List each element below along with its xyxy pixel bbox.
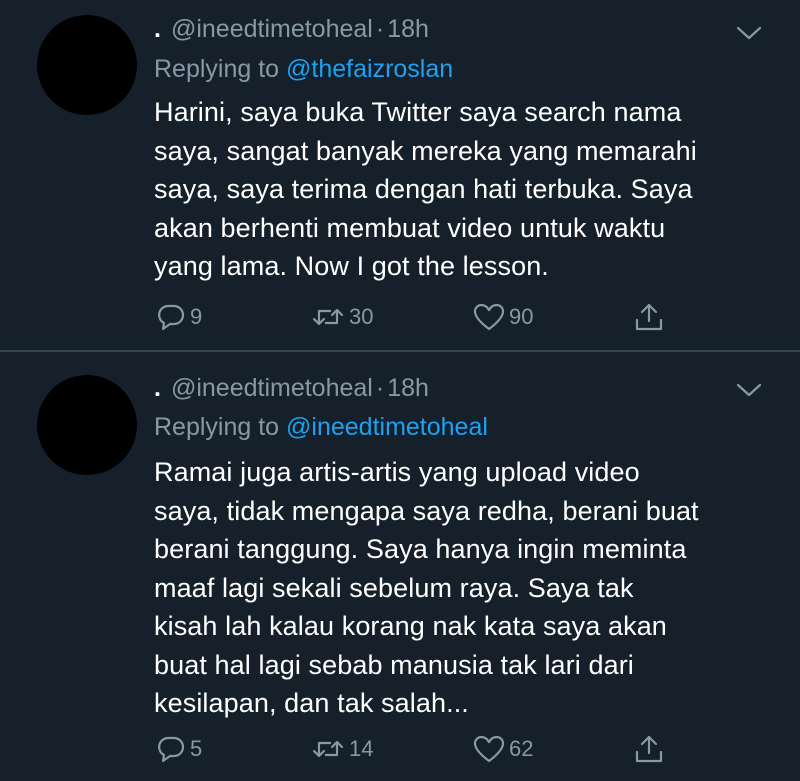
share-button[interactable]	[633, 300, 665, 334]
tweet-text-line: saya, sangat banyak mereka yang memarahi	[154, 135, 697, 166]
chevron-down-icon[interactable]	[736, 382, 762, 398]
like-button[interactable]: 62	[473, 732, 533, 766]
retweet-icon	[312, 740, 344, 758]
tweet-text-line: buat hal lagi sebab manusia tak lari dar…	[154, 649, 634, 680]
chevron-down-icon[interactable]	[736, 25, 762, 41]
retweet-icon	[312, 308, 344, 326]
tweet-header: . @ineedtimetoheal · 18h	[154, 13, 429, 45]
replying-to: Replying to @ineedtimetoheal	[154, 411, 488, 443]
tweet-text-line: yang lama. Now I got the lesson.	[154, 251, 549, 281]
like-button[interactable]: 90	[473, 300, 533, 334]
share-button[interactable]	[633, 732, 665, 766]
retweet-count: 14	[349, 736, 374, 761]
avatar[interactable]	[37, 15, 137, 115]
reply-button[interactable]: 5	[156, 732, 202, 766]
display-name[interactable]: .	[154, 374, 161, 402]
tweet-actions: 5 14 62	[0, 732, 800, 766]
display-name[interactable]: .	[154, 15, 161, 43]
user-handle[interactable]: @ineedtimetoheal	[171, 15, 373, 43]
retweet-button[interactable]: 30	[311, 300, 373, 334]
like-count: 90	[509, 304, 534, 329]
reply-icon	[158, 736, 185, 763]
retweet-button[interactable]: 14	[311, 732, 373, 766]
replying-to-handle[interactable]: @ineedtimetoheal	[286, 413, 488, 441]
tweet-text: Ramai juga artis-artis yang upload video…	[154, 453, 774, 723]
tweet-text-line: Harini, saya buka Twitter saya search na…	[154, 97, 682, 127]
reply-icon	[158, 304, 185, 331]
replying-to-handle[interactable]: @thefaizroslan	[286, 55, 453, 83]
tweet-actions: 9 30 90	[0, 300, 800, 334]
replying-prefix: Replying to	[154, 413, 280, 441]
tweet-text-line: maaf lagi sekali sebelum raya. Saya tak	[154, 572, 634, 603]
like-count: 62	[509, 736, 534, 761]
time-separator: ·	[375, 374, 385, 402]
time-separator: ·	[375, 15, 385, 43]
share-icon	[635, 303, 663, 331]
tweet[interactable]: . @ineedtimetoheal · 18h Replying to @thefa…	[0, 0, 800, 351]
tweet-text-line: akan berhenti membuat video untuk waktu	[154, 212, 666, 243]
tweet-time[interactable]: 18h	[387, 374, 429, 402]
replying-prefix: Replying to	[154, 55, 280, 83]
retweet-count: 30	[349, 304, 374, 329]
like-icon	[473, 303, 505, 331]
like-icon	[473, 735, 505, 763]
replying-to: Replying to @thefaizroslan	[154, 53, 453, 85]
tweet-text-line: saya, saya terima dengan hati terbuka. S…	[154, 174, 693, 204]
tweet-text-line: kesilapan, dan tak salah...	[154, 688, 469, 718]
share-icon	[635, 735, 663, 763]
avatar[interactable]	[37, 375, 137, 475]
tweet-text-line: berani tanggung. Saya hanya ingin memint…	[154, 534, 687, 564]
reply-count: 5	[190, 736, 203, 761]
reply-button[interactable]: 9	[156, 300, 202, 334]
tweet-text: Harini, saya buka Twitter saya search na…	[154, 93, 774, 286]
tweet-time[interactable]: 18h	[387, 15, 429, 43]
reply-count: 9	[190, 304, 203, 329]
tweet-text-line: Ramai juga artis-artis yang upload video	[154, 457, 640, 487]
tweet-header: . @ineedtimetoheal · 18h	[154, 372, 429, 404]
tweet-text-line: saya, tidak mengapa saya redha, berani b…	[154, 495, 699, 526]
tweet-text-line: kisah lah kalau korang nak kata saya aka…	[154, 611, 667, 641]
tweet[interactable]: . @ineedtimetoheal · 18h Replying to @ineed…	[0, 352, 800, 781]
user-handle[interactable]: @ineedtimetoheal	[171, 374, 373, 402]
